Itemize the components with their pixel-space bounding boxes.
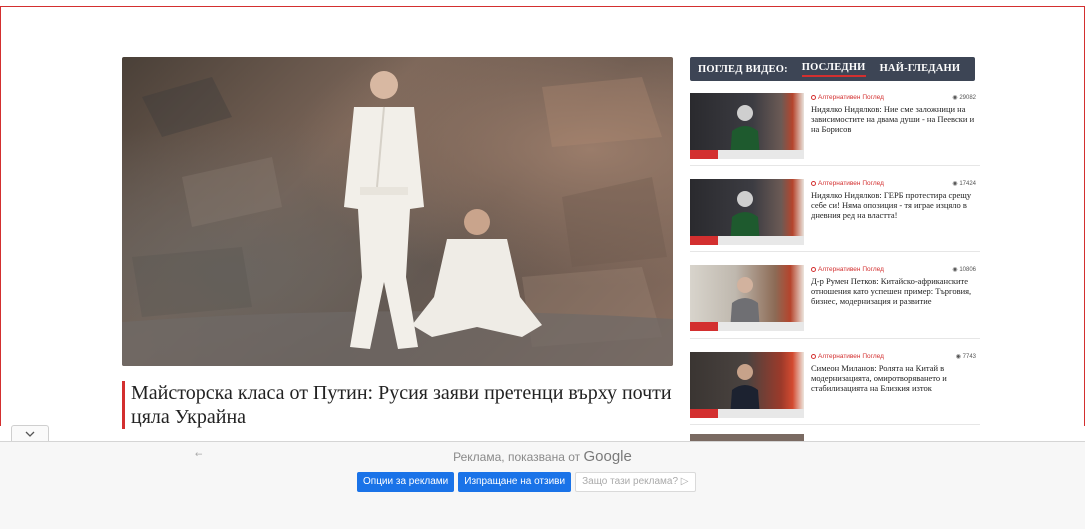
- frame-left-border: [0, 6, 1, 426]
- video-item[interactable]: Алтернативен Поглед ◉ 29082 Нидялко Нидя…: [690, 93, 980, 163]
- ad-button-row: Опции за реклами Изпращане на отзиви Защ…: [357, 472, 696, 492]
- circle-icon: [811, 353, 816, 359]
- view-count-value: 29082: [959, 95, 976, 101]
- video-title[interactable]: Нидялко Нидялков: Ние сме заложници на з…: [811, 104, 976, 134]
- category-label: Алтернативен Поглед: [818, 353, 884, 360]
- video-thumbnail-partial[interactable]: [690, 434, 804, 441]
- video-title[interactable]: Симеон Миланов: Ролята на Китай в модерн…: [811, 363, 976, 393]
- video-category[interactable]: Алтернативен Поглед: [811, 353, 976, 360]
- divider: [690, 424, 980, 425]
- chevron-down-icon: [25, 431, 35, 437]
- category-label: Алтернативен Поглед: [818, 180, 884, 187]
- ad-attribution: Реклама, показвана от Google: [0, 448, 1085, 465]
- video-category[interactable]: Алтернативен Поглед: [811, 266, 976, 273]
- video-item[interactable]: Алтернативен Поглед ◉ 7743 Симеон Милано…: [690, 352, 980, 422]
- video-section-label: ПОГЛЕД ВИДЕО:: [698, 63, 788, 75]
- headline[interactable]: Майсторска класа от Путин: Русия заяви п…: [122, 381, 682, 429]
- divider: [690, 338, 980, 339]
- send-feedback-button[interactable]: Изпращане на отзиви: [458, 472, 572, 492]
- view-count: ◉ 7743: [955, 354, 976, 360]
- video-category[interactable]: Алтернативен Поглед: [811, 94, 976, 101]
- category-label: Алтернативен Поглед: [818, 94, 884, 101]
- view-count: ◉ 10806: [952, 267, 976, 273]
- circle-icon: [811, 180, 816, 186]
- circle-icon: [811, 266, 816, 272]
- category-label: Алтернативен Поглед: [818, 266, 884, 273]
- google-wordmark: Google: [583, 448, 632, 465]
- ad-feedback-panel: ← Реклама, показвана от Google Опции за …: [0, 441, 1085, 529]
- video-title[interactable]: Нидялко Нидялков: ГЕРБ протестира срещу …: [811, 190, 976, 220]
- video-tabs-bar: ПОГЛЕД ВИДЕО: ПОСЛЕДНИ НАЙ-ГЛЕДАНИ: [690, 57, 975, 81]
- hero-image[interactable]: [122, 57, 673, 366]
- video-thumbnail[interactable]: [690, 93, 804, 159]
- view-count-value: 17424: [959, 181, 976, 187]
- video-item[interactable]: Алтернативен Поглед ◉ 10806 Д-р Румен Пе…: [690, 265, 980, 335]
- video-category[interactable]: Алтернативен Поглед: [811, 180, 976, 187]
- video-title[interactable]: Д-р Румен Петков: Китайско-африканските …: [811, 276, 976, 306]
- video-thumbnail[interactable]: [690, 179, 804, 245]
- lower-third: [690, 150, 804, 159]
- why-this-ad-button[interactable]: Защо тази реклама? ▷: [575, 472, 696, 492]
- view-count-value: 10806: [959, 267, 976, 273]
- video-thumbnail[interactable]: [690, 265, 804, 331]
- ad-attribution-text: Реклама, показвана от: [453, 450, 581, 464]
- frame-top-border: [0, 6, 1085, 7]
- ad-collapse-toggle[interactable]: [11, 425, 49, 442]
- lower-third: [690, 322, 804, 331]
- channel-badge: [690, 236, 718, 245]
- hero-illustration: [122, 71, 673, 366]
- tab-latest[interactable]: ПОСЛЕДНИ: [801, 62, 866, 77]
- lower-third: [690, 409, 804, 418]
- divider: [690, 165, 980, 166]
- view-count: ◉ 29082: [952, 95, 976, 101]
- ad-options-button[interactable]: Опции за реклами: [357, 472, 455, 492]
- video-item[interactable]: Алтернативен Поглед ◉ 17424 Нидялко Нидя…: [690, 179, 980, 249]
- tab-most-viewed[interactable]: НАЙ-ГЛЕДАНИ: [880, 63, 961, 76]
- lower-third: [690, 236, 804, 245]
- channel-badge: [690, 322, 718, 331]
- circle-icon: [811, 94, 816, 100]
- video-thumbnail[interactable]: [690, 352, 804, 418]
- channel-badge: [690, 150, 718, 159]
- view-count: ◉ 17424: [952, 181, 976, 187]
- view-count-value: 7743: [962, 354, 976, 360]
- channel-badge: [690, 409, 718, 418]
- divider: [690, 251, 980, 252]
